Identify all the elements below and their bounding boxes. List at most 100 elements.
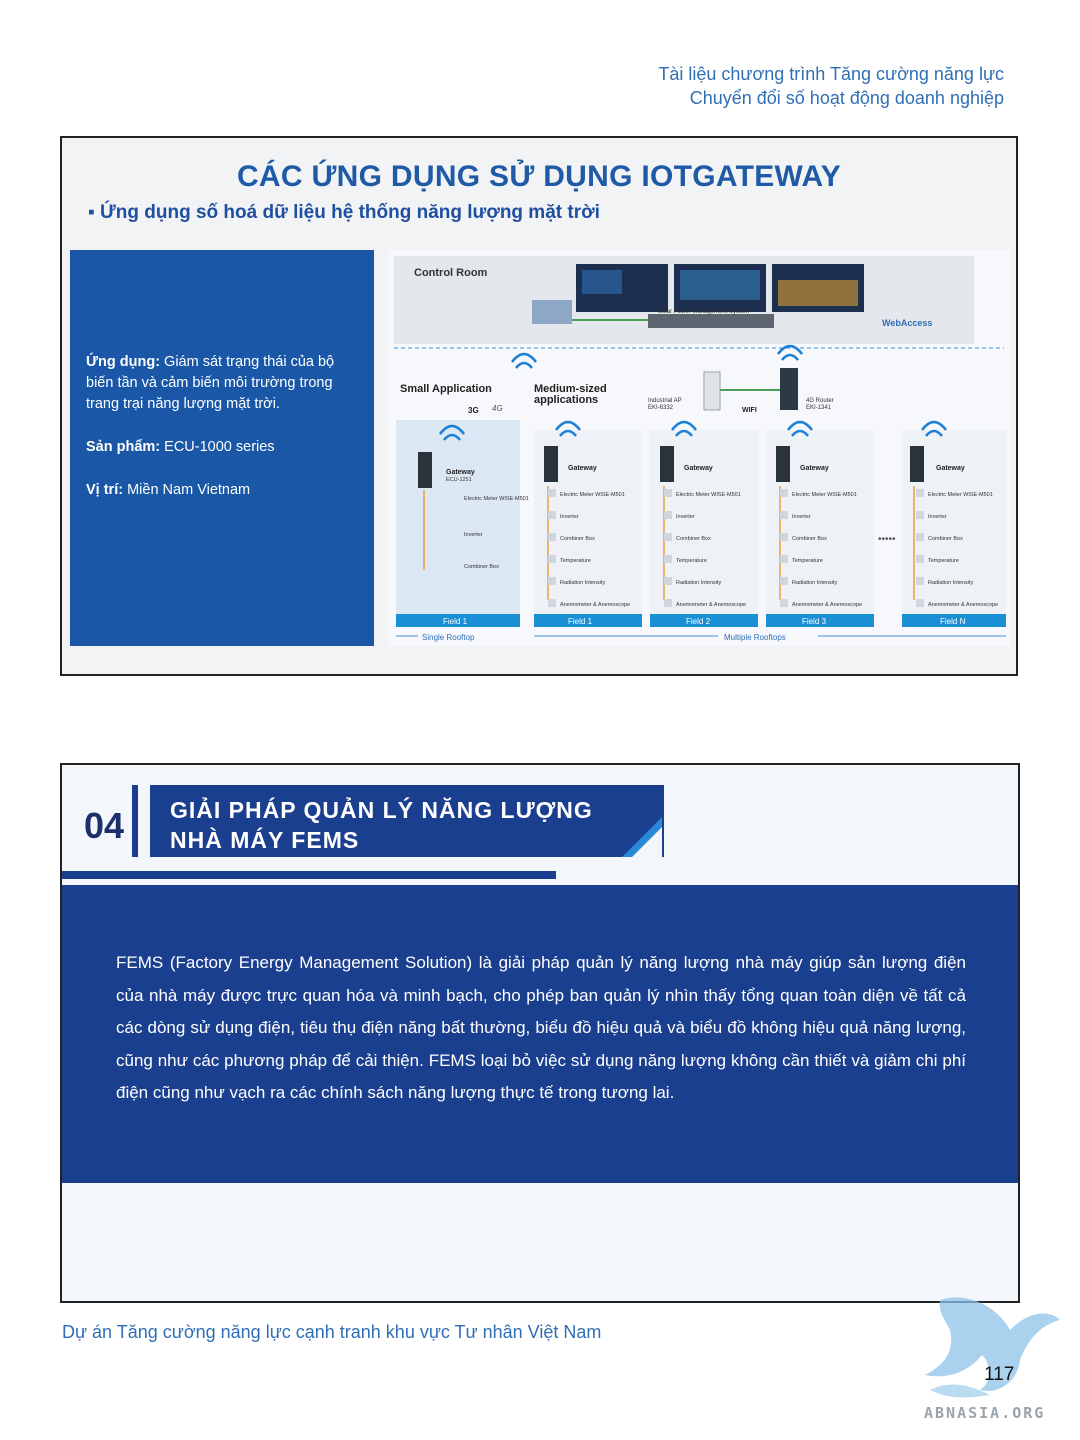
- gateway-label: Gateway: [936, 465, 965, 472]
- sensor-icon: [664, 577, 672, 585]
- field-item-label: Anemometer & Anemoscope: [676, 602, 746, 608]
- system-label: Solar Power Management System: [658, 309, 749, 315]
- sensor-icon: [548, 489, 556, 497]
- field-item-label: Combiner Box: [928, 536, 963, 542]
- multiple-rooftops-label: Multiple Rooftops: [724, 633, 786, 642]
- sensor-icon: [548, 599, 556, 607]
- fems-description: FEMS (Factory Energy Management Solution…: [116, 953, 966, 1102]
- sensor-icon: [664, 511, 672, 519]
- field-small: Gateway ECU-1251 Electric Meter WISE-M50…: [396, 420, 529, 627]
- wifi-label: WIFI: [742, 407, 757, 414]
- section-underline: [62, 871, 556, 879]
- field-item-label: Inverter: [928, 514, 947, 520]
- section-number: 04: [84, 805, 125, 846]
- field-item-label: Temperature: [928, 558, 959, 564]
- footer-project: Dự án Tăng cường năng lực cạnh tranh khu…: [62, 1322, 602, 1342]
- more-fields-dots: •••••: [878, 534, 896, 545]
- small-item-combiner: Combiner Box: [464, 564, 499, 570]
- ap-label-1: Industrial AP: [648, 398, 682, 404]
- document-header: Tài liệu chương trình Tăng cường năng lự…: [658, 62, 1004, 110]
- sensor-icon: [664, 599, 672, 607]
- sensor-icon: [780, 489, 788, 497]
- field-item-label: Anemometer & Anemoscope: [928, 602, 998, 608]
- product-info: Sản phẩm: ECU-1000 series: [86, 437, 358, 458]
- field-item-label: Electric Meter WISE-M501: [928, 492, 993, 498]
- sensor-icon: [780, 599, 788, 607]
- gateway-label: Gateway: [446, 469, 475, 476]
- slide-title: CÁC ỨNG DỤNG SỬ DỤNG IOTGATEWAY: [236, 160, 842, 193]
- field-label-1: Field 1: [568, 617, 593, 626]
- sensor-icon: [916, 511, 924, 519]
- slide-subtitle: ▪ Ứng dụng số hoá dữ liệu hệ thống năng …: [88, 202, 600, 223]
- section-title-line-1: GIẢI PHÁP QUẢN LÝ NĂNG LƯỢNG: [170, 797, 593, 823]
- control-room-label: Control Room: [414, 267, 488, 279]
- field-label-2: Field 2: [686, 617, 711, 626]
- field-item-label: Radiation Intensity: [560, 580, 605, 586]
- gateway-model: ECU-1251: [446, 477, 472, 483]
- small-app-label: Small Application: [400, 383, 492, 395]
- header-line-1: Tài liệu chương trình Tăng cường năng lự…: [658, 64, 1004, 84]
- sensor-icon: [548, 577, 556, 585]
- router-label-1: 4G Router: [806, 398, 834, 404]
- sensor-icon: [916, 555, 924, 563]
- field-item-label: Anemometer & Anemoscope: [560, 602, 630, 608]
- watermark-text: ABNASIA.ORG: [924, 1404, 1046, 1422]
- sensor-icon: [664, 489, 672, 497]
- field-medium-2: Gateway Field 2 Electric Meter WISE-M501…: [650, 420, 758, 627]
- field-item-label: Combiner Box: [792, 536, 827, 542]
- field-item-label: Electric Meter WISE-M501: [792, 492, 857, 498]
- field-item-label: Radiation Intensity: [676, 580, 721, 586]
- router-icon: [780, 368, 798, 410]
- field-label-n: Field N: [940, 617, 966, 626]
- sensor-icon: [780, 555, 788, 563]
- field-item-label: Anemometer & Anemoscope: [792, 602, 862, 608]
- location-label: Vị trí:: [86, 482, 124, 498]
- field-item-label: Temperature: [676, 558, 707, 564]
- sensor-icon: [916, 577, 924, 585]
- solar-architecture-diagram: Control Room Solar Power Management Syst…: [388, 250, 1010, 646]
- gateway-label: Gateway: [568, 465, 597, 472]
- diagram-svg: Control Room Solar Power Management Syst…: [394, 256, 1006, 642]
- field-medium-3: Gateway Field 3 Electric Meter WISE-M501…: [766, 420, 874, 627]
- title-accent-shape: [622, 817, 662, 857]
- solar-panel-icon: [532, 300, 572, 324]
- field-item-label: Inverter: [792, 514, 811, 520]
- sensor-icon: [916, 533, 924, 541]
- field-item-label: Temperature: [560, 558, 591, 564]
- field-label-3: Field 3: [802, 617, 827, 626]
- sensor-icon: [548, 533, 556, 541]
- field-item-label: Radiation Intensity: [792, 580, 837, 586]
- field-item-label: Radiation Intensity: [928, 580, 973, 586]
- header-line-2: Chuyển đổi số hoạt động doanh nghiệp: [689, 88, 1004, 108]
- slide-iot-gateway: CÁC ỨNG DỤNG SỬ DỤNG IOTGATEWAY ▪ Ứng dụ…: [60, 136, 1018, 676]
- net-4g-label: 4G: [492, 404, 503, 413]
- sensor-icon: [780, 511, 788, 519]
- sensor-icon: [916, 599, 924, 607]
- router-label-2: EKI-1341: [806, 405, 832, 411]
- sensor-icon: [664, 555, 672, 563]
- access-point-icon: [703, 371, 721, 411]
- application-info: Ứng dụng: Giám sát trạng thái của bộ biế…: [86, 352, 358, 415]
- page-number: 117: [984, 1364, 1015, 1385]
- server-icon: [648, 314, 774, 328]
- body-panel: FEMS (Factory Energy Management Solution…: [62, 885, 1018, 1183]
- field-medium-1: Gateway Field 1 Electric Meter WISE-M501…: [534, 420, 642, 627]
- location-value: Miền Nam Vietnam: [123, 482, 251, 498]
- net-3g-label: 3G: [468, 406, 479, 415]
- sensor-icon: [548, 511, 556, 519]
- gateway-label: Gateway: [684, 465, 713, 472]
- field-label-small: Field 1: [443, 617, 468, 626]
- small-item-inverter: Inverter: [464, 532, 483, 538]
- slide-fems: 04 GIẢI PHÁP QUẢN LÝ NĂNG LƯỢNG NHÀ MÁY …: [60, 763, 1020, 1303]
- location-info: Vị trí: Miền Nam Vietnam: [86, 480, 358, 501]
- sensor-icon: [780, 577, 788, 585]
- sensor-icon: [780, 533, 788, 541]
- field-item-label: Combiner Box: [676, 536, 711, 542]
- section-title-box: GIẢI PHÁP QUẢN LÝ NĂNG LƯỢNG NHÀ MÁY FEM…: [150, 785, 664, 857]
- section-title-line-2: NHÀ MÁY FEMS: [170, 827, 360, 853]
- field-item-label: Combiner Box: [560, 536, 595, 542]
- sensor-icon: [664, 533, 672, 541]
- field-item-label: Inverter: [560, 514, 579, 520]
- single-rooftop-label: Single Rooftop: [422, 633, 475, 642]
- sensor-icon: [916, 489, 924, 497]
